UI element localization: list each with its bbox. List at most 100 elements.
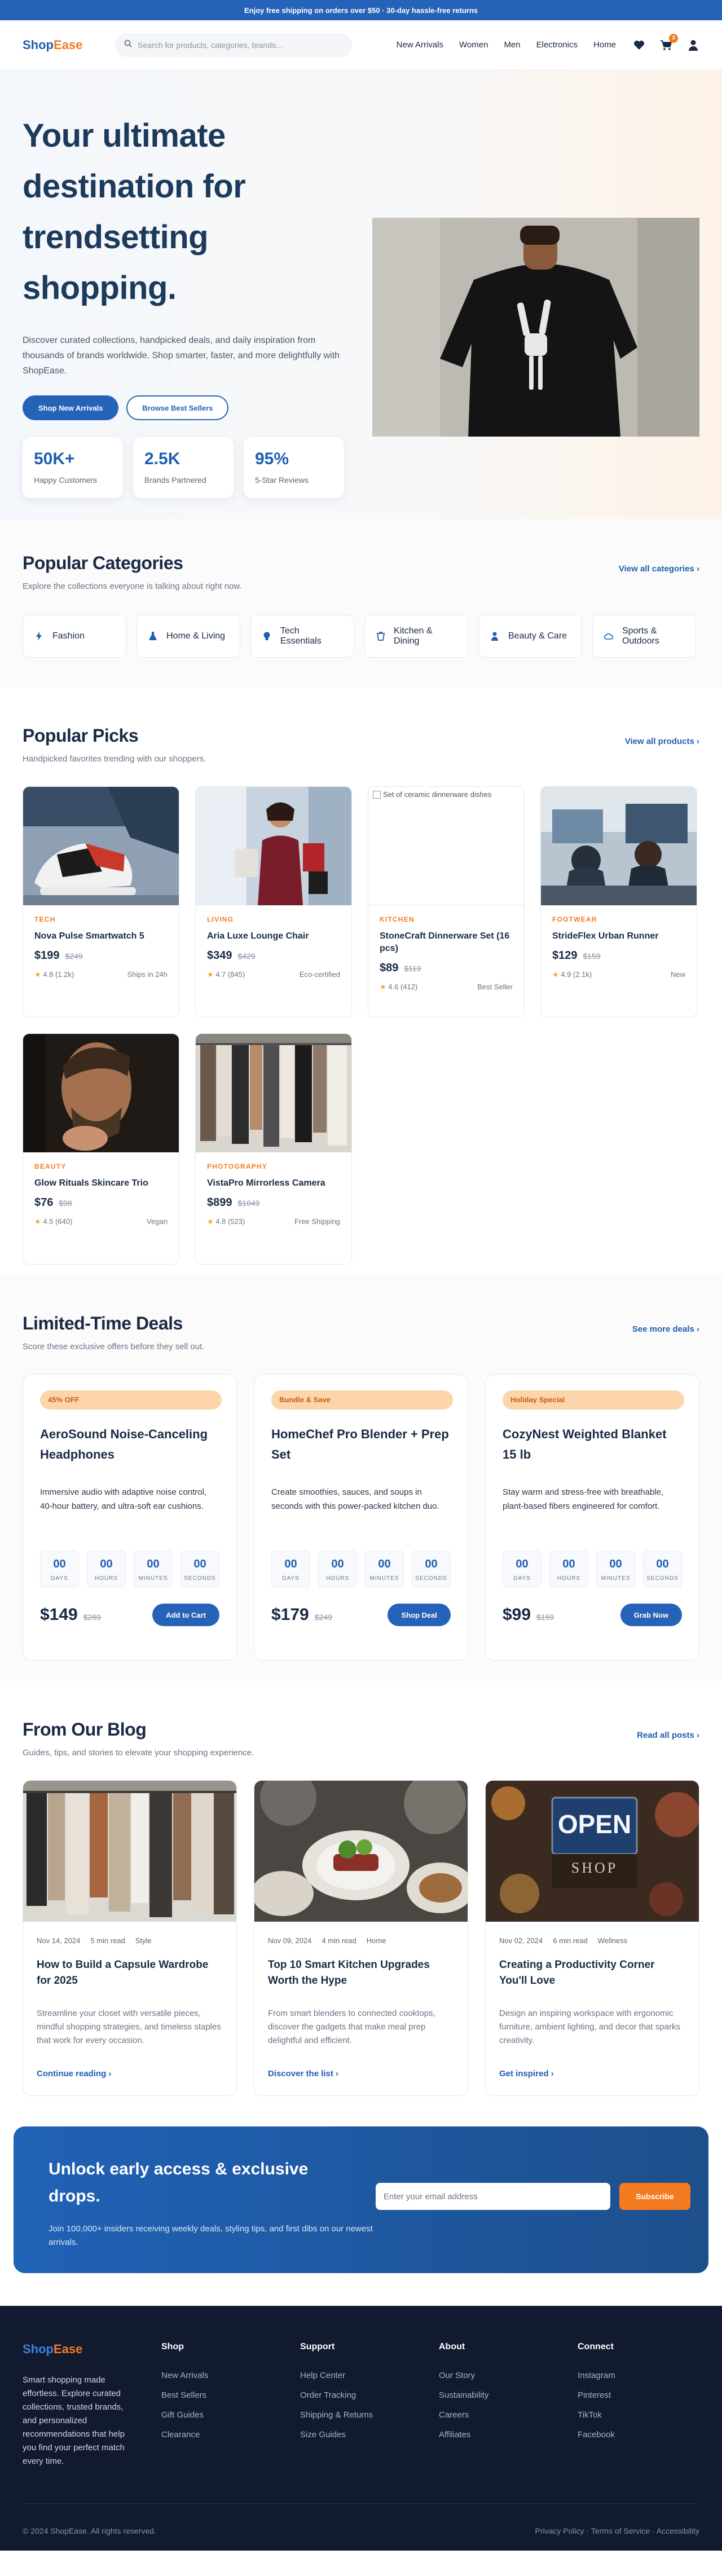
post-read-more-link[interactable]: Continue reading › <box>37 2069 223 2079</box>
product-info: KITCHEN StoneCraft Dinnerware Set (16 pc… <box>368 905 524 1002</box>
legal-links[interactable]: Privacy Policy · Terms of Service · Acce… <box>535 2526 699 2535</box>
shop-deal-button[interactable]: Shop Deal <box>388 1604 451 1626</box>
footer-link[interactable]: Clearance <box>161 2425 300 2445</box>
timer-label: DAYS <box>282 1575 300 1582</box>
deals-section: Limited-Time Deals See more deals › Scor… <box>0 1275 722 1681</box>
newsletter-title: Unlock early access & exclusive drops. <box>49 2160 309 2205</box>
footer-link[interactable]: New Arrivals <box>161 2366 300 2385</box>
read-all-posts-link[interactable]: Read all posts › <box>637 1730 699 1740</box>
footer-link[interactable]: Instagram <box>578 2366 690 2385</box>
footer-link[interactable]: Careers <box>439 2405 578 2425</box>
email-field[interactable] <box>376 2183 610 2210</box>
category-kitchen-dining[interactable]: Kitchen & Dining <box>364 615 468 658</box>
footer-link[interactable]: Shipping & Returns <box>300 2405 439 2425</box>
footer-link[interactable]: Facebook <box>578 2425 690 2445</box>
post-title[interactable]: How to Build a Capsule Wardrobe for 2025 <box>37 1957 223 1990</box>
product-old-price: $159 <box>583 952 601 961</box>
site-header: ShopEase New Arrivals Women Men Electron… <box>0 20 722 70</box>
cloud-icon <box>604 633 613 640</box>
post-title[interactable]: Top 10 Smart Kitchen Upgrades Worth the … <box>268 1957 454 1990</box>
view-all-products-link[interactable]: View all products › <box>625 737 699 746</box>
user-icon[interactable] <box>687 39 699 51</box>
post-tag[interactable]: Style <box>135 1936 152 1945</box>
footer-link[interactable]: TikTok <box>578 2405 690 2425</box>
post-title[interactable]: Creating a Productivity Corner You'll Lo… <box>499 1957 685 1990</box>
footer-link[interactable]: Size Guides <box>300 2425 439 2445</box>
search-icon[interactable] <box>124 39 132 50</box>
category-tech-essentials[interactable]: Tech Essentials <box>250 615 354 658</box>
product-category: LIVING <box>207 915 234 923</box>
footer-link[interactable]: Our Story <box>439 2366 578 2385</box>
add-to-cart-button[interactable]: Add to Cart <box>152 1604 219 1626</box>
footer-link[interactable]: Pinterest <box>578 2385 690 2405</box>
product-info: LIVING Aria Luxe Lounge Chair $349 $429 ★… <box>196 905 351 989</box>
price-row: $76 $98 <box>34 1196 168 1209</box>
blog-image: OPEN SHOP <box>486 1781 699 1922</box>
nav-home[interactable]: Home <box>593 40 616 50</box>
nav-new-arrivals[interactable]: New Arrivals <box>397 40 443 50</box>
nav-men[interactable]: Men <box>504 40 520 50</box>
product-old-price: $98 <box>59 1199 72 1208</box>
product-rating: ★ 4.5 (640) <box>34 1217 72 1226</box>
header-actions: 3 <box>633 33 699 51</box>
product-name[interactable]: StoneCraft Dinnerware Set (16 pcs) <box>380 930 513 955</box>
logo[interactable]: ShopEase <box>23 38 102 52</box>
product-card[interactable]: TECH Nova Pulse Smartwatch 5 $199 $249 ★ … <box>23 786 179 1018</box>
category-home-living[interactable]: Home & Living <box>137 615 240 658</box>
category-sports-outdoors[interactable]: Sports & Outdoors <box>592 615 696 658</box>
heart-icon[interactable] <box>633 39 645 51</box>
footer-logo[interactable]: ShopEase <box>23 2342 161 2357</box>
product-card[interactable]: Set of ceramic dinnerware dishes KITCHEN… <box>368 786 525 1018</box>
product-card[interactable]: FOOTWEAR StrideFlex Urban Runner $129 $15… <box>540 786 697 1018</box>
post-tag[interactable]: Home <box>367 1936 386 1945</box>
footer-link[interactable]: Help Center <box>300 2366 439 2385</box>
timer-hours: 00 HOURS <box>318 1551 357 1588</box>
browse-best-sellers-button[interactable]: Browse Best Sellers <box>126 395 229 420</box>
post-tag[interactable]: Wellness <box>598 1936 628 1945</box>
promo-text: Enjoy free shipping on orders over $50 ·… <box>244 6 478 15</box>
nav-women[interactable]: Women <box>459 40 488 50</box>
shop-new-arrivals-button[interactable]: Shop New Arrivals <box>23 395 119 420</box>
post-read-time: 5 min read <box>90 1936 125 1945</box>
footer-link[interactable]: Best Sellers <box>161 2385 300 2405</box>
product-category: TECH <box>34 915 56 923</box>
deal-title[interactable]: CozyNest Weighted Blanket 15 lb <box>503 1424 682 1469</box>
product-name[interactable]: Nova Pulse Smartwatch 5 <box>34 930 168 943</box>
deal-title[interactable]: AeroSound Noise-Canceling Headphones <box>40 1424 219 1469</box>
product-name[interactable]: Aria Luxe Lounge Chair <box>207 930 340 943</box>
product-name[interactable]: StrideFlex Urban Runner <box>552 930 685 943</box>
nav-electronics[interactable]: Electronics <box>536 40 578 50</box>
post-read-more-link[interactable]: Discover the list › <box>268 2069 454 2079</box>
rating-text: 4.6 (412) <box>388 983 418 991</box>
footer-link[interactable]: Gift Guides <box>161 2405 300 2425</box>
category-beauty-care[interactable]: Beauty & Care <box>478 615 582 658</box>
grab-now-button[interactable]: Grab Now <box>620 1604 682 1626</box>
footer-link[interactable]: Affiliates <box>439 2425 578 2445</box>
product-name[interactable]: VistaPro Mirrorless Camera <box>207 1177 340 1190</box>
stat-value: 2.5K <box>144 450 180 468</box>
product-card[interactable]: LIVING Aria Luxe Lounge Chair $349 $429 ★… <box>195 786 352 1018</box>
bolt-icon <box>34 632 43 641</box>
subscribe-button[interactable]: Subscribe <box>619 2183 690 2210</box>
post-read-more-link[interactable]: Get inspired › <box>499 2069 685 2079</box>
blog-post-card: Nov 09, 2024 4 min read Home Top 10 Smart … <box>254 1780 468 2096</box>
deal-title[interactable]: HomeChef Pro Blender + Prep Set <box>271 1424 451 1469</box>
product-card[interactable]: PHOTOGRAPHY VistaPro Mirrorless Camera $… <box>195 1033 352 1265</box>
rating-text: 4.9 (2.1k) <box>561 970 592 979</box>
footer-link[interactable]: Sustainability <box>439 2385 578 2405</box>
logo-ease: Ease <box>54 2342 83 2356</box>
timer-days: 00 DAYS <box>271 1551 310 1588</box>
timer-value: 00 <box>147 1558 160 1570</box>
product-card[interactable]: BEAUTY Glow Rituals Skincare Trio $76 $98… <box>23 1033 179 1265</box>
footer-columns: ShopEase Smart shopping made effortless.… <box>23 2342 699 2468</box>
see-more-deals-link[interactable]: See more deals › <box>632 1324 699 1334</box>
price-row: $89 $119 <box>380 962 513 975</box>
product-name[interactable]: Glow Rituals Skincare Trio <box>34 1177 168 1190</box>
post-read-time: 6 min read <box>553 1936 588 1945</box>
footer-link[interactable]: Order Tracking <box>300 2385 439 2405</box>
search-input[interactable] <box>138 40 343 50</box>
cart-icon[interactable]: 3 <box>660 33 678 51</box>
view-all-categories-link[interactable]: View all categories › <box>619 564 699 574</box>
product-category: KITCHEN <box>380 915 415 923</box>
category-fashion[interactable]: Fashion <box>23 615 126 658</box>
